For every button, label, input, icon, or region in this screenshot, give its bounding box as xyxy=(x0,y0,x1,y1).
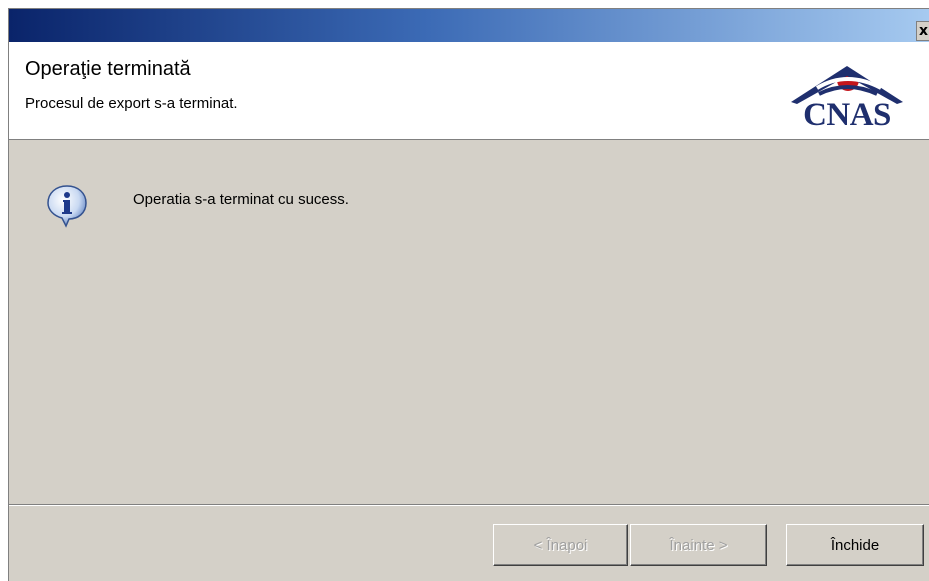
page-title: Operaţie terminată xyxy=(25,58,191,80)
cnas-logo: CNAS xyxy=(777,58,917,132)
export-complete-dialog: x Operaţie terminată Procesul de export … xyxy=(8,8,929,581)
close-button[interactable]: Închide xyxy=(786,524,924,566)
page-subtitle: Procesul de export s-a terminat. xyxy=(25,95,238,112)
header-banner: Operaţie terminată Procesul de export s-… xyxy=(9,42,929,140)
status-message: Operatia s-a terminat cu sucess. xyxy=(133,191,349,208)
content-area: Operatia s-a terminat cu sucess. xyxy=(9,141,929,504)
back-button[interactable]: < Înapoi xyxy=(493,524,628,566)
next-button[interactable]: Înainte > xyxy=(630,524,767,566)
title-bar[interactable]: x xyxy=(9,9,929,42)
info-icon xyxy=(47,185,87,228)
footer-divider xyxy=(9,504,929,506)
logo-text: CNAS xyxy=(803,97,891,133)
close-icon[interactable]: x xyxy=(916,21,929,41)
